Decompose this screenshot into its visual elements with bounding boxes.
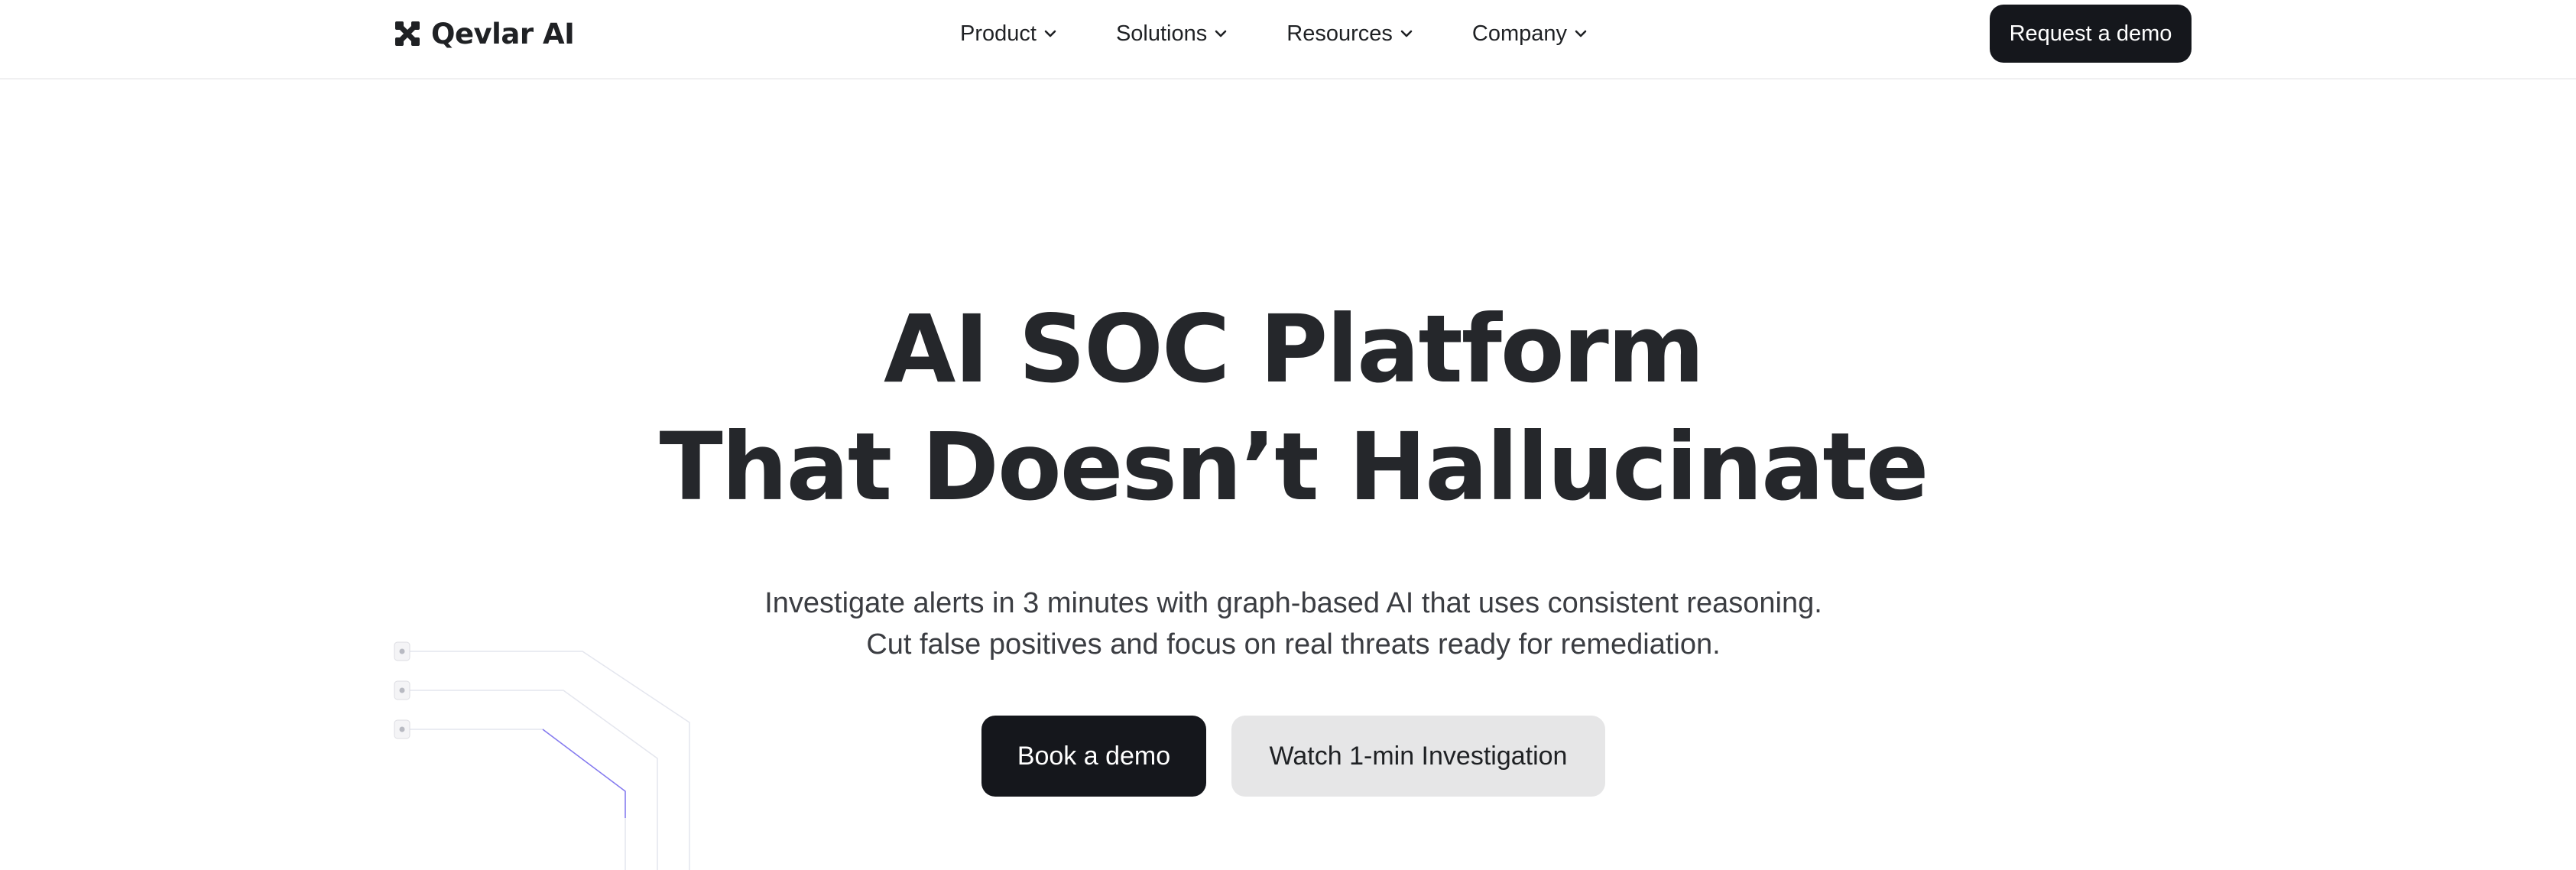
chevron-down-icon xyxy=(1044,30,1056,37)
main-menu: Product Solutions Resources Company xyxy=(960,17,1587,50)
chevron-down-icon xyxy=(1215,30,1227,37)
hero-title: AI SOC Platform That Doesn’t Hallucinate xyxy=(0,291,2576,526)
brand-logo[interactable]: Qevlar AI xyxy=(394,17,575,50)
menu-item-solutions[interactable]: Solutions xyxy=(1116,21,1227,47)
menu-item-resources[interactable]: Resources xyxy=(1286,21,1413,47)
hero-title-line-2: That Doesn’t Hallucinate xyxy=(659,413,1929,521)
top-nav: Qevlar AI Product Solutions Resources Co… xyxy=(0,0,2576,80)
menu-item-product[interactable]: Product xyxy=(960,21,1056,47)
menu-item-label: Product xyxy=(960,21,1037,46)
book-demo-button[interactable]: Book a demo xyxy=(981,716,1206,797)
hero-subtitle: Investigate alerts in 3 minutes with gra… xyxy=(0,583,2576,665)
brand-name: Qevlar AI xyxy=(431,17,575,50)
hero-subtitle-line-1: Investigate alerts in 3 minutes with gra… xyxy=(764,587,1822,619)
hero-title-line-1: AI SOC Platform xyxy=(884,295,1705,404)
menu-item-label: Solutions xyxy=(1115,21,1208,46)
chevron-down-icon xyxy=(1575,30,1587,37)
menu-item-label: Company xyxy=(1471,21,1568,46)
watch-investigation-button[interactable]: Watch 1-min Investigation xyxy=(1231,716,1605,797)
request-demo-button[interactable]: Request a demo xyxy=(1990,5,2192,63)
hero-subtitle-line-2: Cut false positives and focus on real th… xyxy=(866,628,1721,661)
graph-lines-decoration xyxy=(394,641,690,870)
menu-item-label: Resources xyxy=(1286,21,1393,46)
menu-item-company[interactable]: Company xyxy=(1472,21,1587,47)
chevron-down-icon xyxy=(1400,30,1413,37)
qevlar-logo-icon xyxy=(395,21,420,46)
